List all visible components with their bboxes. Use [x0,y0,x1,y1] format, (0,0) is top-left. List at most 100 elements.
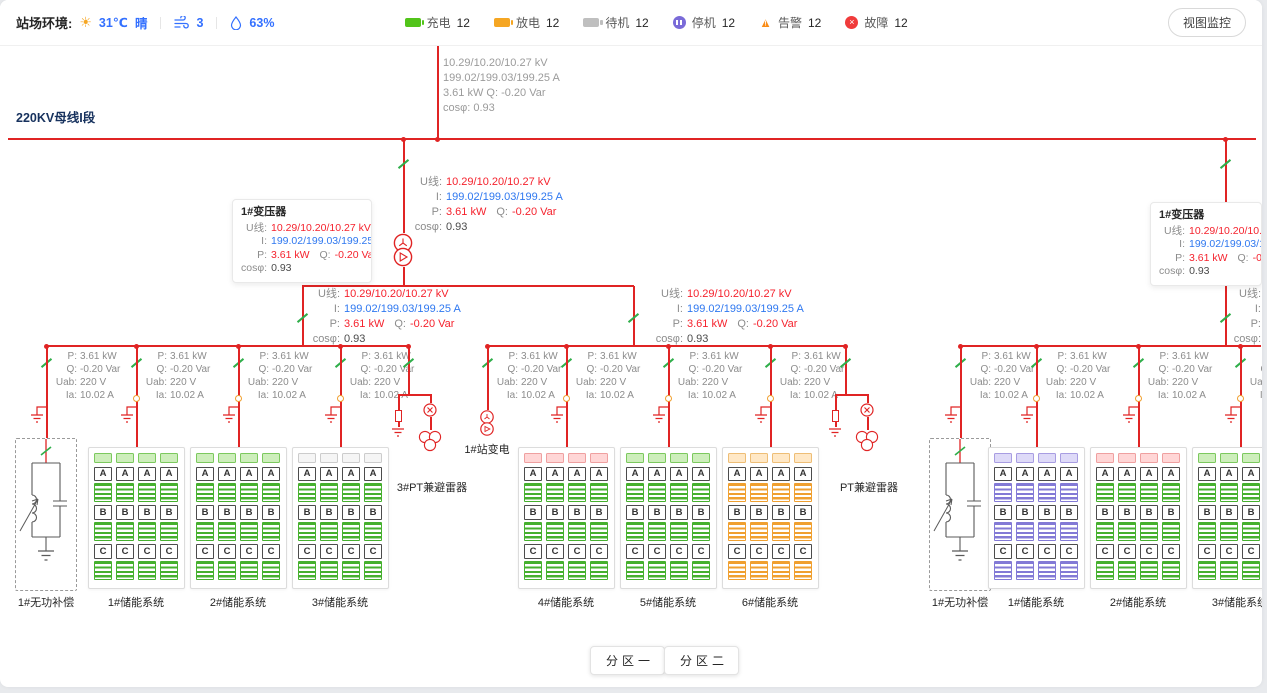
battery-cluster-label: A [1060,467,1078,481]
wire [398,422,400,427]
feeder-measurement-value: 220 V [600,376,626,389]
switch-icon[interactable] [626,312,640,325]
measurement-label: Q: [394,317,406,332]
battery-cluster-label: B [196,505,214,519]
storage-system-box[interactable]: ABCABCABCABC [190,447,287,589]
ground-icon [828,428,842,438]
pt-label: 3#PT兼避雷器 [376,479,488,495]
battery-cluster-label: C [1198,544,1216,558]
breaker-indicator[interactable] [563,395,570,402]
pcs-status-cell [1242,453,1260,463]
feeder-measurement-value: 10.02 A [702,389,736,402]
measurement-label: I: [412,190,442,205]
zone-2-button[interactable]: 分区二 [664,646,739,675]
ground-icon [944,406,962,424]
transformer-icon[interactable] [392,233,414,268]
reactive-compensation-box[interactable] [15,438,77,591]
battery-cluster-label: C [728,544,746,558]
battery-rack-column: ABC [626,453,644,583]
battery-stack [1096,522,1114,541]
battery-cluster-label: B [116,505,134,519]
feeder-measurement-label: Uab: [143,376,167,389]
measurement-label: P: [653,317,683,332]
battery-rack-column: ABC [1038,453,1056,583]
reactive-compensation-box[interactable] [929,438,991,591]
battery-stack [1118,483,1136,502]
storage-system-box[interactable]: ABCABCABCABC [722,447,819,589]
measurement-value: 3.61 kW [271,249,310,263]
storage-system-box[interactable]: ABCABCABCABC [1090,447,1187,589]
battery-cluster-label: B [1220,505,1238,519]
breaker-indicator[interactable] [133,395,140,402]
storage-system-box[interactable]: ABCABCABCABC [1192,447,1262,589]
ground-icon [1020,406,1038,424]
feeder-measurement-value: 3.61 kW [521,350,558,363]
battery-cluster-label: A [1038,467,1056,481]
battery-stack [240,561,258,580]
legend-item-standby[interactable]: 待机12 [583,14,648,31]
breaker-indicator[interactable] [337,395,344,402]
breaker-indicator[interactable] [767,395,774,402]
legend-item-fault[interactable]: ×故障12 [845,14,907,31]
battery-cluster-label: A [320,467,338,481]
breaker-indicator[interactable] [1135,395,1142,402]
measurement-label: U线: [241,222,267,236]
battery-stack [116,483,134,502]
station-transformer-icon[interactable] [479,410,495,437]
switch-icon[interactable] [1218,312,1232,325]
storage-system-box[interactable]: ABCABCABCABC [988,447,1085,589]
battery-cluster-label: A [794,467,812,481]
breaker-indicator[interactable] [1237,395,1244,402]
feeder-measurement-label: Q: [1043,363,1067,376]
legend-item-charge[interactable]: 充电12 [405,14,470,31]
wire [398,394,430,396]
battery-cluster-label: C [320,544,338,558]
view-monitor-button[interactable]: 视图监控 [1168,8,1246,37]
battery-cluster-label: A [750,467,768,481]
battery-rack-column: ABC [994,453,1012,583]
battery-stack [1242,522,1260,541]
battery-stack [728,522,746,541]
legend-item-discharge[interactable]: 放电12 [494,14,559,31]
storage-system-box[interactable]: ABCABCABCABC [518,447,615,589]
switch-icon[interactable] [401,357,415,370]
pcs-status-cell [1220,453,1238,463]
feeder-measurements: P:3.61 kWQ:-0.20 VarUab:220 VIa:10.02 A [1247,350,1262,402]
feeder-measurement-label: Q: [143,363,167,376]
pcs-status-cell [298,453,316,463]
battery-stack [320,483,338,502]
switch-icon[interactable] [1218,158,1232,171]
feeder-measurement-label: Ia: [347,389,371,402]
breaker-indicator[interactable] [1033,395,1040,402]
battery-stack [994,483,1012,502]
battery-cluster-label: B [794,505,812,519]
storage-system-box[interactable]: ABCABCABCABC [620,447,717,589]
battery-stack [160,561,178,580]
legend-item-alarm[interactable]: ▲!告警12 [759,14,821,31]
feeder-measurement-label: Ia: [573,389,597,402]
battery-stack [116,561,134,580]
feeder-bus [960,345,1261,347]
switch-icon[interactable] [838,357,852,370]
breaker-indicator[interactable] [235,395,242,402]
wire [46,346,48,438]
legend-item-stop[interactable]: 停机12 [673,14,735,31]
measurement-value: -0.20 Var [512,205,556,220]
divider [216,17,217,29]
battery-cluster-label: A [1140,467,1158,481]
pcs-status-cell [364,453,382,463]
battery-cluster-label: B [240,505,258,519]
feeder-measurement-value: 10.02 A [80,389,114,402]
battery-stack [342,561,360,580]
zone-1-button[interactable]: 分区一 [590,646,665,675]
switch-icon[interactable] [295,312,309,325]
breaker-indicator[interactable] [665,395,672,402]
storage-system-box[interactable]: ABCABCABCABC [88,447,185,589]
charge-icon [405,18,421,27]
measurement-line: 3.61 kW Q: -0.20 Var [443,86,560,101]
battery-stack [692,522,710,541]
feeder-measurement-value: 3.61 kW [1070,350,1107,363]
battery-rack-column: ABC [298,453,316,583]
storage-system-box[interactable]: ABCABCABCABC [292,447,389,589]
switch-icon[interactable] [396,158,410,171]
